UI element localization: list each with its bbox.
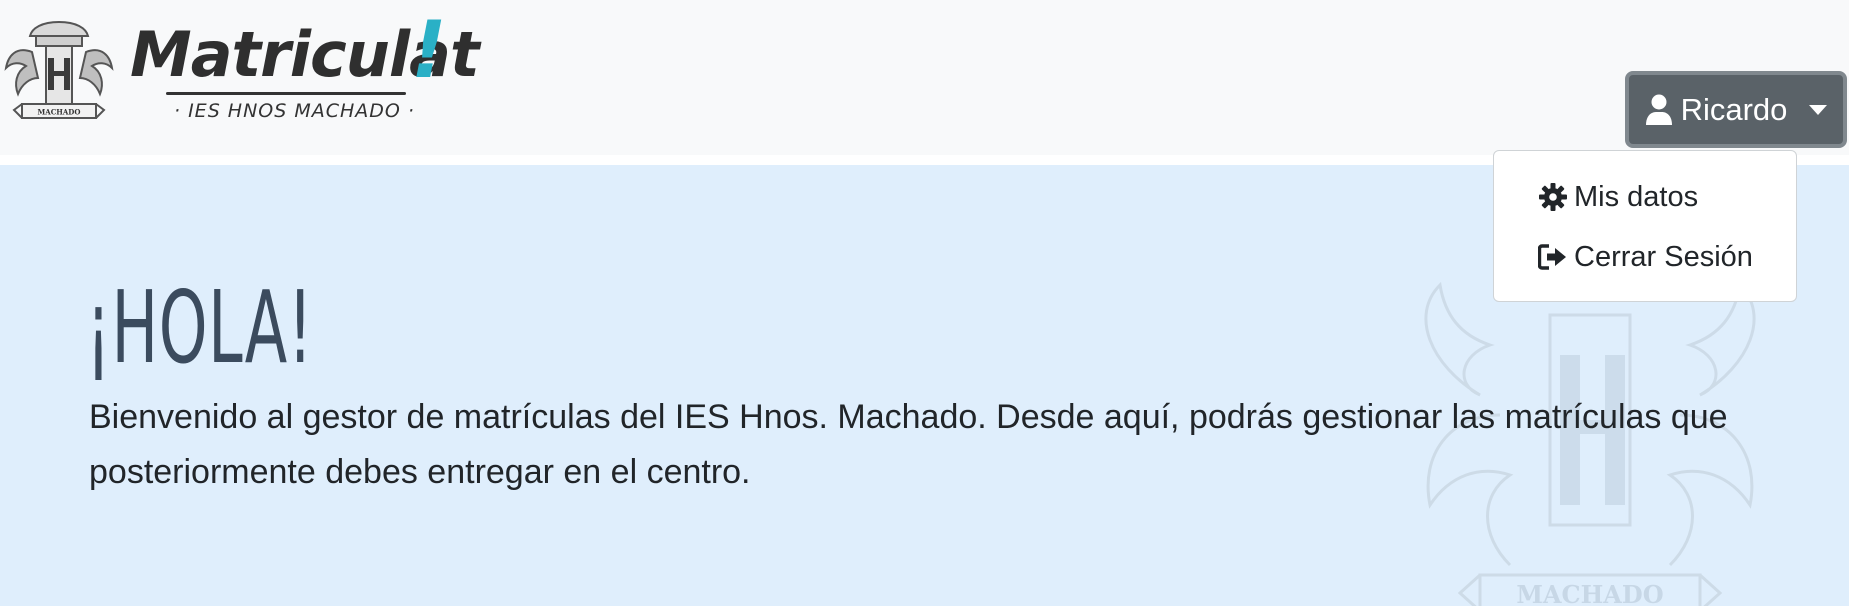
navbar: MACHADO Matriculat ! · IES HNOS MACHADO … xyxy=(0,0,1849,160)
wordmark-accent: ! xyxy=(411,6,447,96)
username-label: Ricardo xyxy=(1680,91,1788,127)
menu-item-label: Cerrar Sesión xyxy=(1574,240,1753,273)
sign-out-icon xyxy=(1538,244,1566,270)
wordmark-subtitle: · IES HNOS MACHADO · xyxy=(174,100,415,122)
menu-item-cerrar-sesion[interactable]: Cerrar Sesión xyxy=(1538,235,1753,279)
matriculat-wordmark-logo[interactable]: Matriculat ! · IES HNOS MACHADO · xyxy=(126,6,480,132)
watermark-text: MACHADO xyxy=(1516,580,1663,606)
gear-icon xyxy=(1539,183,1567,211)
menu-item-mis-datos[interactable]: Mis datos xyxy=(1538,175,1698,219)
wordmark-underline xyxy=(166,92,406,95)
emblem-text: MACHADO xyxy=(38,108,81,117)
caret-down-icon xyxy=(1809,104,1828,115)
welcome-heading: ¡HOLA! xyxy=(86,269,314,386)
user-icon xyxy=(1645,94,1672,125)
menu-item-label: Mis datos xyxy=(1574,180,1699,213)
user-dropdown-menu: Mis datos Cerrar Sesión xyxy=(1493,150,1797,302)
school-emblem-logo[interactable]: MACHADO xyxy=(2,16,116,130)
user-menu-button[interactable]: Ricardo xyxy=(1625,71,1847,148)
welcome-description: Bienvenido al gestor de matrículas del I… xyxy=(89,398,1728,491)
